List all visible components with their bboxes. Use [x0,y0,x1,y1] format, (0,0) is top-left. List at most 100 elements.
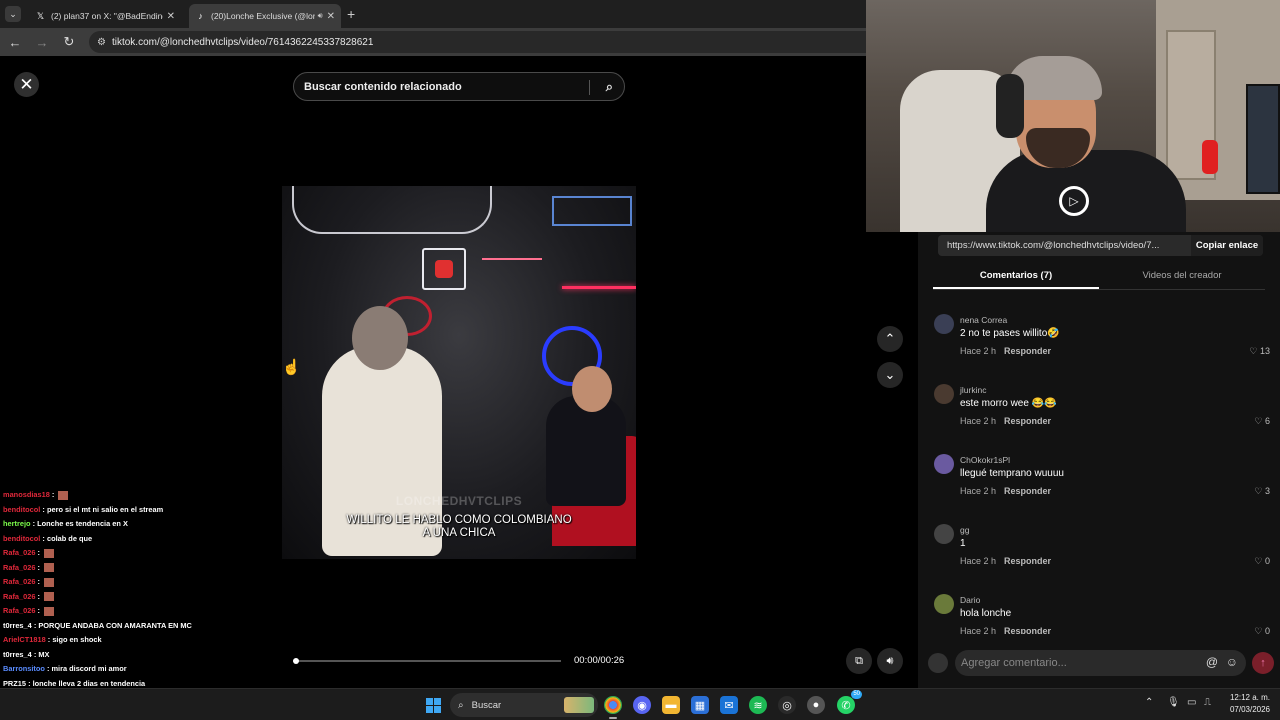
obs-icon[interactable]: ● [807,696,825,714]
tab-search-button[interactable]: ⌄ [5,6,21,22]
tab-comments[interactable]: Comentarios (7) [933,266,1099,289]
chat-username[interactable]: ArielCT1818 [3,635,46,644]
chat-username[interactable]: Rafa_026 [3,563,35,572]
reply-button[interactable]: Responder [1004,416,1051,426]
comment-time: Hace 2 h [960,556,997,566]
site-info-icon[interactable]: ⚙ [97,37,106,48]
commenter-name[interactable]: gg [960,525,969,535]
network-icon[interactable]: ⎍ [1204,697,1211,708]
commenter-avatar[interactable] [934,524,954,544]
video-frame[interactable]: LONCHEDHVTCLIPS WILLITO LE HABLO COMO CO… [282,186,636,559]
chat-text: colab de que [46,533,93,543]
chat-separator: : [26,678,33,688]
app-icon[interactable]: ◎ [778,696,796,714]
chat-username[interactable]: PRZ15 [3,679,26,688]
like-button[interactable]: ♡ 0 [1254,626,1270,634]
comment-composer: Agregar comentario... @ ☺ ↑ [928,648,1274,678]
like-count: 13 [1259,346,1270,356]
webcam-overlay: ▷ [866,0,1280,232]
chat-username[interactable]: t0rres_4 [3,650,32,659]
like-button[interactable]: ♡ 6 [1254,416,1270,427]
back-icon[interactable]: ← [3,35,27,50]
windows-taskbar: ⌕ Buscar ◉ ▬ ▦ ✉ ≋ ◎ ● ✆ 50 ⌃ 🎙︎ ▭ ⎍ 12:1… [0,688,1280,720]
progress-bar[interactable] [293,658,561,664]
like-button[interactable]: ♡ 3 [1254,486,1270,497]
commenter-avatar[interactable] [934,314,954,334]
reply-button[interactable]: Responder [1004,556,1051,566]
tab-creator-videos[interactable]: Videos del creador [1099,266,1265,289]
chat-message: Barronsitoo : mira discord mi amor [3,662,281,677]
like-button[interactable]: ♡ 0 [1254,556,1270,567]
file-explorer-icon[interactable]: ▬ [662,696,680,714]
search-icon[interactable]: ⌕ [606,79,613,95]
discord-icon[interactable]: ◉ [633,696,651,714]
mention-icon[interactable]: @ [1206,655,1218,669]
forward-icon[interactable]: → [30,35,54,50]
chat-username[interactable]: Rafa_026 [3,592,35,601]
reply-button[interactable]: Responder [1004,486,1051,496]
browser-tab-x[interactable]: 𝕏 (2) plan37 on X: "@BadEndingB ✕ [29,4,181,28]
chrome-icon[interactable] [604,696,622,719]
close-icon[interactable]: ✕ [14,72,39,97]
address-bar[interactable]: ⚙ tiktok.com/@lonchedhvtclips/video/7614… [89,31,866,53]
copy-link-button[interactable]: Copiar enlace [1191,235,1263,256]
display-icon[interactable]: ▭ [1187,697,1196,708]
video-player[interactable]: Buscar contenido relacionado ⌕ LONCHEDHV… [282,56,636,688]
reload-icon[interactable]: ↻ [57,34,81,50]
chat-username[interactable]: t0rres_4 [3,621,32,630]
comment-text: hola lonche [960,608,1012,619]
commenter-name[interactable]: ChOkokr1sPl [960,455,1010,465]
commenter-avatar[interactable] [934,454,954,474]
panel-tabs: Comentarios (7) Videos del creador [933,266,1265,290]
chat-message: hertrejo : Lonche es tendencia en X [3,517,281,532]
chat-username[interactable]: benditocol [3,534,40,543]
chat-username[interactable]: Rafa_026 [3,577,35,586]
close-tab-icon[interactable]: ✕ [167,11,175,22]
like-button[interactable]: ♡ 13 [1249,346,1270,357]
chat-username[interactable]: Rafa_026 [3,548,35,557]
chat-username[interactable]: hertrejo [3,519,31,528]
microphone-icon[interactable]: 🎙︎ [1167,697,1180,708]
store-icon[interactable]: ▦ [691,696,709,714]
comment-list[interactable]: nena Correa 2 no te pases willito🤣 Hace 2 … [932,312,1272,634]
reply-button[interactable]: Responder [1004,626,1051,634]
volume-button[interactable]: 🔊︎ [877,648,903,674]
spotify-icon[interactable]: ≋ [749,696,767,714]
comment-item: nena Correa 2 no te pases willito🤣 Hace 2 … [932,312,1272,382]
previous-video-button[interactable]: ⌃ [877,326,903,352]
commenter-name[interactable]: Dario [960,595,980,605]
browser-tab-tiktok[interactable]: ♪ (20)Lonche Exclusive (@lonc 🔊︎ ✕ [189,4,341,28]
chevron-up-icon[interactable]: ⌃ [1145,697,1153,708]
tiktok-icon: ♪ [198,10,203,21]
chat-username[interactable]: benditocol [3,505,40,514]
send-button[interactable]: ↑ [1252,652,1274,674]
chat-username[interactable]: manosdias18 [3,490,50,499]
progress-handle[interactable] [293,658,299,664]
pip-button[interactable]: ⧉ [846,648,872,674]
close-tab-icon[interactable]: ✕ [327,11,335,22]
emoji-icon[interactable]: ☺ [1226,655,1238,669]
commenter-name[interactable]: jlurkinc [960,385,986,395]
like-count: 0 [1264,556,1270,566]
windows-start-icon[interactable] [426,698,441,713]
chat-username[interactable]: Barronsitoo [3,664,45,673]
chat-message: t0rres_4 : MX [3,648,281,663]
search-input[interactable]: Buscar contenido relacionado ⌕ [293,72,625,101]
reply-button[interactable]: Responder [1004,346,1051,356]
commenter-avatar[interactable] [934,594,954,614]
commenter-avatar[interactable] [934,384,954,404]
chat-separator: : [35,577,43,586]
share-link-field[interactable]: https://www.tiktok.com/@lonchedhvtclips/… [938,235,1263,256]
taskbar-clock[interactable]: 12:12 a. m. 07/03/2026 [1225,692,1275,716]
next-video-button[interactable]: ⌄ [877,362,903,388]
like-count: 0 [1264,626,1270,634]
whatsapp-icon[interactable]: ✆ 50 [837,690,862,714]
mail-icon[interactable]: ✉ [720,696,738,714]
taskbar-search[interactable]: ⌕ Buscar [450,693,598,717]
comment-input[interactable]: Agregar comentario... @ ☺ [955,650,1246,676]
chat-username[interactable]: Rafa_026 [3,606,35,615]
notification-badge: 50 [851,690,862,699]
speaker-icon[interactable]: 🔊︎ [318,11,323,21]
commenter-name[interactable]: nena Correa [960,315,1007,325]
new-tab-button[interactable]: + [347,6,355,22]
